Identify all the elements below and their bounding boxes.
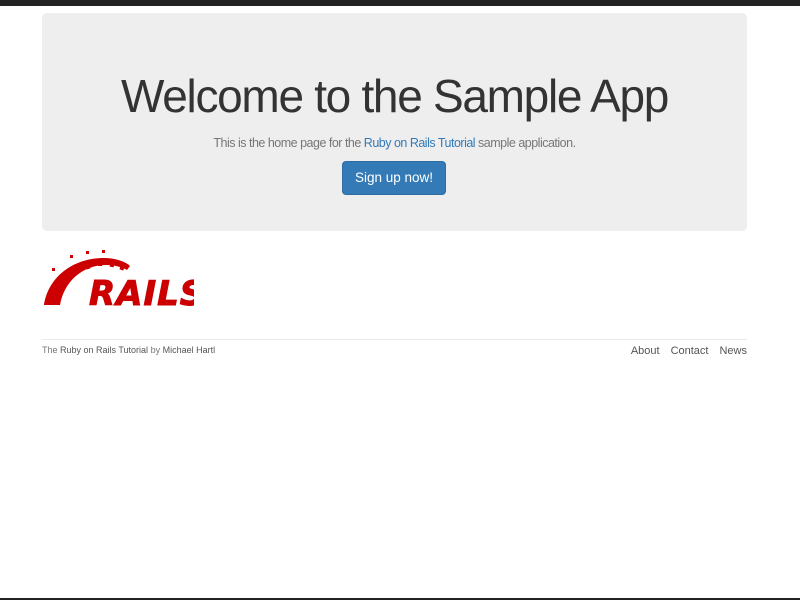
hero-lead: This is the home page for the Ruby on Ra… <box>42 136 747 150</box>
lead-prefix: This is the home page for the <box>213 136 364 150</box>
rails-logo-text: RAILS <box>89 274 194 308</box>
browser-top-bar <box>0 0 800 6</box>
page-title: Welcome to the Sample App <box>120 70 669 122</box>
footer-nav-contact[interactable]: Contact <box>671 345 709 357</box>
author-link[interactable]: Michael Hartl <box>163 345 216 355</box>
footer-tutorial-link[interactable]: Ruby on Rails Tutorial <box>60 345 148 355</box>
footer-nav-about[interactable]: About <box>631 345 660 357</box>
rails-logo-link[interactable]: RAILS <box>42 250 205 315</box>
credit-prefix: The <box>42 345 61 355</box>
lead-suffix: sample application. <box>475 136 576 150</box>
hero-jumbotron: Welcome to the Sample App This is the ho… <box>42 13 747 231</box>
footer-nav: About Contact News <box>631 345 747 357</box>
signup-button[interactable]: Sign up now! <box>342 161 446 195</box>
rails-logo-icon: RAILS <box>44 250 205 315</box>
footer-credits: The Ruby on Rails Tutorial by Michael Ha… <box>42 345 215 355</box>
footer: The Ruby on Rails Tutorial by Michael Ha… <box>42 339 747 370</box>
footer-nav-news[interactable]: News <box>719 345 747 357</box>
credit-middle: by <box>148 345 163 355</box>
tutorial-link[interactable]: Ruby on Rails Tutorial <box>364 136 476 150</box>
